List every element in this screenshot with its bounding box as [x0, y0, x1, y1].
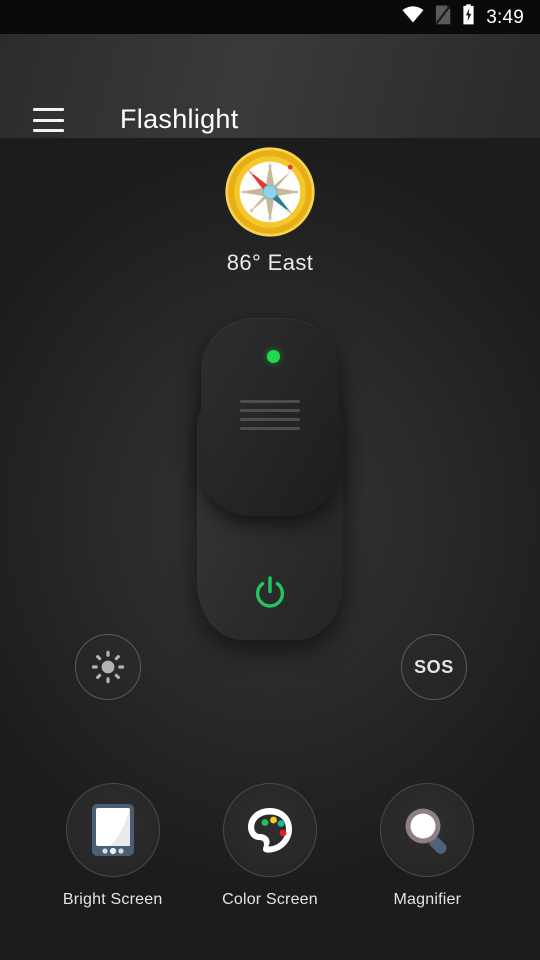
compass-heading-label: 86° East: [226, 250, 314, 275]
page-title: Flashlight: [120, 104, 239, 134]
tool-row: Bright Screen Color Screen Magnifier: [0, 783, 540, 909]
grip-line: [240, 400, 300, 403]
hamburger-line: [33, 108, 64, 111]
brightness-button[interactable]: [75, 634, 141, 700]
flashlight-grip-lines: [240, 400, 300, 430]
flashlight-graphic[interactable]: [197, 318, 343, 640]
wifi-icon: [402, 6, 424, 28]
main-content: 86° East SOS Bright Screen Color Screen …: [0, 138, 540, 960]
hamburger-menu-icon[interactable]: [33, 108, 64, 132]
flashlight-head: [201, 318, 339, 516]
paint-palette-icon: [247, 808, 292, 853]
flashlight-app-screen: 3:49 Flashlight 86° East SOS Bright Scre…: [0, 0, 540, 960]
color-screen-label: Color Screen: [222, 891, 318, 908]
magnifying-glass-icon: [405, 808, 447, 854]
led-indicator: [267, 350, 280, 363]
sos-label: SOS: [414, 656, 454, 677]
brightness-sun-icon: [91, 650, 125, 684]
sos-button[interactable]: SOS: [401, 634, 467, 700]
hamburger-line: [33, 129, 64, 132]
compass-section: 86° East: [0, 146, 540, 276]
battery-charging-icon: [462, 4, 475, 30]
status-bar-clock: 3:49: [486, 6, 524, 28]
grip-line: [240, 427, 300, 430]
grip-line: [240, 418, 300, 421]
magnifier-label: Magnifier: [393, 891, 462, 908]
bright-screen-label: Bright Screen: [62, 891, 163, 908]
bright-screen-tool[interactable]: Bright Screen: [48, 783, 178, 909]
status-bar: 3:49: [0, 0, 540, 34]
hamburger-line: [33, 118, 64, 122]
compass-icon: [225, 147, 315, 237]
app-bar: Flashlight: [0, 34, 540, 138]
color-screen-tool[interactable]: Color Screen: [205, 783, 335, 909]
grip-line: [240, 409, 300, 412]
color-screen-button[interactable]: [222, 783, 317, 877]
power-button[interactable]: [250, 573, 290, 613]
power-icon: [255, 576, 285, 608]
no-sim-icon: [434, 4, 452, 30]
magnifier-button[interactable]: [380, 783, 475, 877]
phone-bright-screen-icon: [91, 804, 134, 856]
bright-screen-button[interactable]: [65, 783, 160, 877]
magnifier-tool[interactable]: Magnifier: [362, 783, 492, 909]
